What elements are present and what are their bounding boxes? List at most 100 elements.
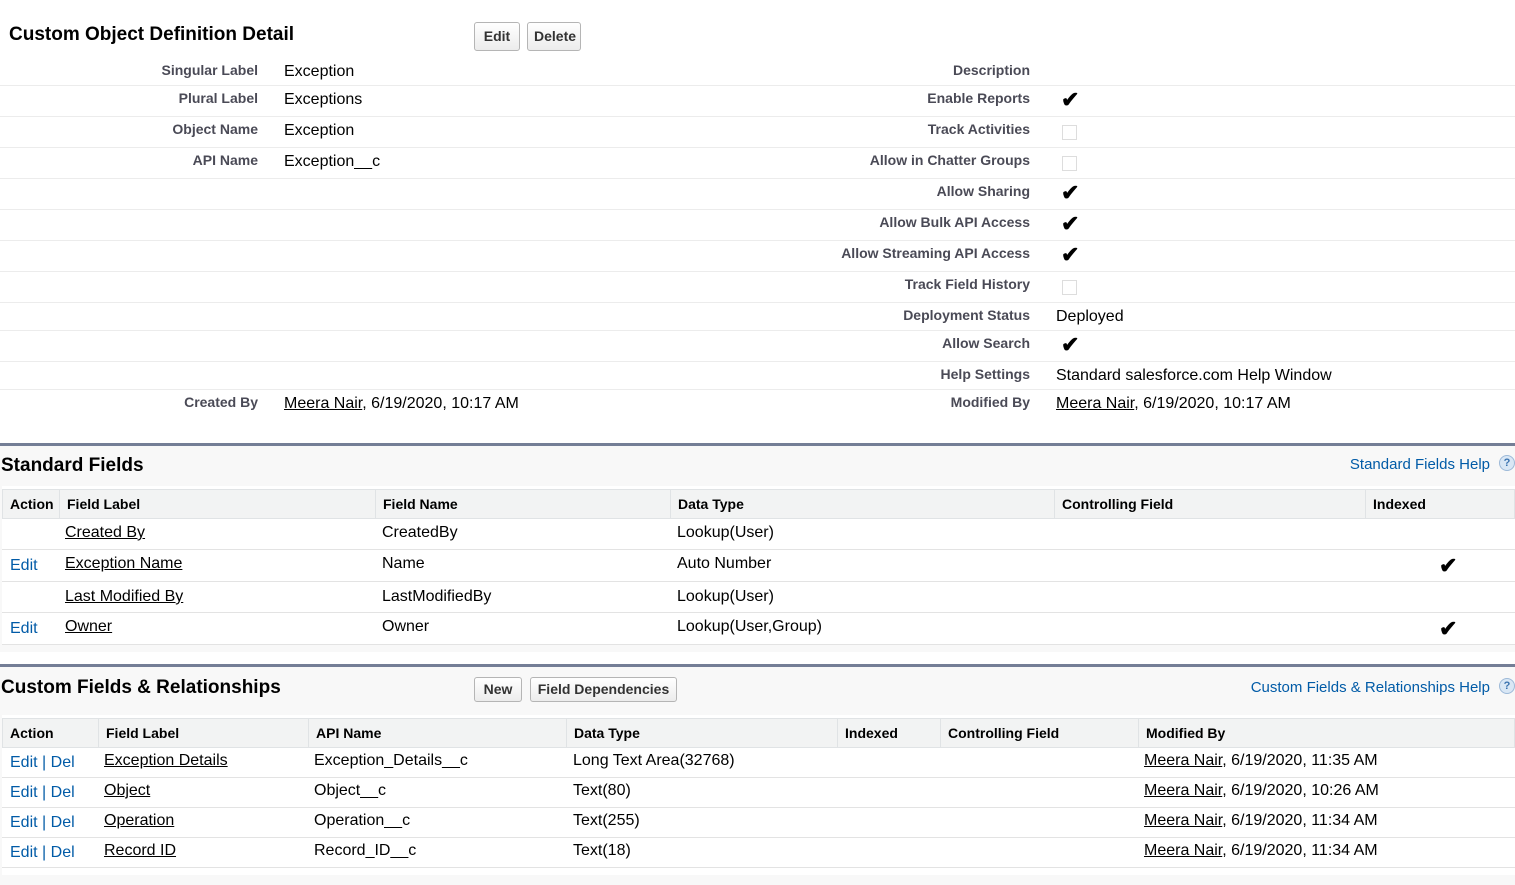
delete-link[interactable]: Del	[51, 784, 75, 801]
modified-by-user-link[interactable]: Meera Nair	[1144, 812, 1222, 829]
api-name: Record_ID__c	[314, 842, 417, 859]
modified-by-value: Meera Nair, 6/19/2020, 10:17 AM	[1056, 395, 1291, 413]
allow-chatter-groups-unchecked-icon	[1062, 156, 1077, 171]
detail-row: Deployment Status Deployed	[0, 303, 1515, 331]
edit-link[interactable]: Edit	[10, 814, 38, 831]
table-row: Edit Exception Name Name Auto Number ✔	[2, 550, 1515, 582]
help-settings-label: Help Settings	[940, 366, 1030, 382]
table-row: Last Modified By LastModifiedBy Lookup(U…	[2, 582, 1515, 613]
field-dependencies-button[interactable]: Field Dependencies	[530, 677, 677, 702]
api-name-value: Exception__c	[284, 153, 381, 170]
track-field-history-label: Track Field History	[904, 276, 1030, 292]
row-actions: Edit | Del	[10, 784, 75, 802]
field-label-link[interactable]: Owner	[65, 618, 112, 635]
detail-row: API Name Exception__c Allow in Chatter G…	[0, 148, 1515, 179]
action-separator: |	[42, 814, 47, 831]
table-header: Action Field Label API Name Data Type In…	[2, 718, 1515, 748]
col-indexed: Indexed	[1365, 490, 1515, 518]
edit-link[interactable]: Edit	[10, 784, 38, 801]
field-label-link[interactable]: Object	[104, 782, 150, 799]
track-field-history-unchecked-icon	[1062, 280, 1077, 295]
table-row: Edit | Del Operation Operation__c Text(2…	[2, 808, 1515, 838]
created-by-user-link[interactable]: Meera Nair	[284, 395, 362, 412]
col-controlling-field: Controlling Field	[940, 719, 1138, 747]
description-label: Description	[952, 62, 1030, 78]
allow-sharing-check-icon: ✔	[1061, 180, 1080, 205]
allow-search-label: Allow Search	[942, 335, 1030, 351]
action-separator: |	[42, 754, 47, 771]
field-label-link[interactable]: Last Modified By	[65, 588, 183, 605]
delete-button[interactable]: Delete	[527, 22, 581, 51]
col-controlling-field: Controlling Field	[1054, 490, 1365, 518]
edit-link[interactable]: Edit	[10, 754, 38, 771]
standard-fields-title: Standard Fields	[1, 455, 144, 476]
field-label-link[interactable]: Operation	[104, 812, 174, 829]
table-row: Edit | Del Record ID Record_ID__c Text(1…	[2, 838, 1515, 868]
detail-row: Allow Search ✔	[0, 331, 1515, 362]
col-field-label: Field Label	[98, 719, 308, 747]
data-type: Lookup(User)	[677, 588, 774, 605]
data-type: Lookup(User,Group)	[677, 618, 822, 635]
delete-link[interactable]: Del	[51, 754, 75, 771]
allow-bulk-api-check-icon: ✔	[1061, 211, 1080, 236]
data-type: Lookup(User)	[677, 524, 774, 541]
modified-date: , 6/19/2020, 10:26 AM	[1222, 782, 1379, 799]
api-name: Exception_Details__c	[314, 752, 468, 769]
row-actions: Edit | Del	[10, 844, 75, 862]
standard-fields-help-link[interactable]: Standard Fields Help	[1350, 456, 1490, 473]
enable-reports-label: Enable Reports	[927, 90, 1030, 106]
new-field-button[interactable]: New	[474, 677, 522, 702]
col-field-label: Field Label	[59, 490, 375, 518]
action-separator: |	[42, 784, 47, 801]
action-separator: |	[42, 844, 47, 861]
row-actions: Edit | Del	[10, 754, 75, 772]
detail-row: Track Field History	[0, 272, 1515, 303]
created-by-value: Meera Nair, 6/19/2020, 10:17 AM	[284, 395, 519, 413]
edit-button[interactable]: Edit	[474, 22, 520, 51]
field-label-link[interactable]: Exception Details	[104, 752, 228, 769]
page-title: Custom Object Definition Detail	[9, 24, 295, 45]
modified-by: Meera Nair, 6/19/2020, 11:34 AM	[1144, 842, 1378, 860]
edit-link[interactable]: Edit	[10, 844, 38, 861]
custom-fields-table: Action Field Label API Name Data Type In…	[2, 715, 1515, 875]
detail-row: Created By Meera Nair, 6/19/2020, 10:17 …	[0, 390, 1515, 420]
edit-link[interactable]: Edit	[10, 620, 38, 638]
plural-label-value: Exceptions	[284, 91, 363, 108]
field-label-link[interactable]: Record ID	[104, 842, 176, 859]
modified-by-user-link[interactable]: Meera Nair	[1144, 842, 1222, 859]
field-label-link[interactable]: Created By	[65, 524, 145, 541]
field-name: CreatedBy	[382, 524, 458, 541]
data-type: Auto Number	[677, 555, 772, 572]
modified-by-user-link[interactable]: Meera Nair	[1056, 395, 1134, 412]
help-icon[interactable]: ?	[1499, 678, 1515, 694]
modified-by-user-link[interactable]: Meera Nair	[1144, 782, 1222, 799]
delete-link[interactable]: Del	[51, 844, 75, 861]
data-type: Text(18)	[573, 842, 631, 859]
detail-row: Plural Label Exceptions Enable Reports ✔	[0, 86, 1515, 117]
modified-by: Meera Nair, 6/19/2020, 10:26 AM	[1144, 782, 1379, 800]
field-name: Owner	[382, 618, 430, 635]
standard-fields-section: Standard Fields Standard Fields Help ? A…	[0, 443, 1515, 652]
api-name: Operation__c	[314, 812, 411, 829]
col-indexed: Indexed	[837, 719, 940, 747]
allow-bulk-api-label: Allow Bulk API Access	[879, 214, 1030, 230]
allow-sharing-label: Allow Sharing	[936, 183, 1030, 199]
delete-link[interactable]: Del	[51, 814, 75, 831]
modified-date: , 6/19/2020, 11:34 AM	[1222, 842, 1378, 859]
modified-date: , 6/19/2020, 11:35 AM	[1222, 752, 1378, 769]
table-row: Edit | Del Object Object__c Text(80) Mee…	[2, 778, 1515, 808]
help-icon[interactable]: ?	[1499, 455, 1515, 471]
allow-chatter-groups-label: Allow in Chatter Groups	[869, 152, 1030, 168]
modified-by-user-link[interactable]: Meera Nair	[1144, 752, 1222, 769]
table-row: Edit | Del Exception Details Exception_D…	[2, 748, 1515, 778]
created-by-date: , 6/19/2020, 10:17 AM	[362, 395, 519, 412]
table-header: Action Field Label Field Name Data Type …	[2, 489, 1515, 519]
help-settings-value: Standard salesforce.com Help Window	[1056, 367, 1332, 384]
edit-link[interactable]: Edit	[10, 557, 38, 575]
custom-fields-help-link[interactable]: Custom Fields & Relationships Help	[1251, 679, 1490, 696]
field-label-link[interactable]: Exception Name	[65, 555, 182, 572]
created-by-label: Created By	[184, 394, 258, 410]
detail-row: Help Settings Standard salesforce.com He…	[0, 362, 1515, 390]
col-modified-by: Modified By	[1138, 719, 1515, 747]
singular-label-value: Exception	[284, 63, 355, 80]
